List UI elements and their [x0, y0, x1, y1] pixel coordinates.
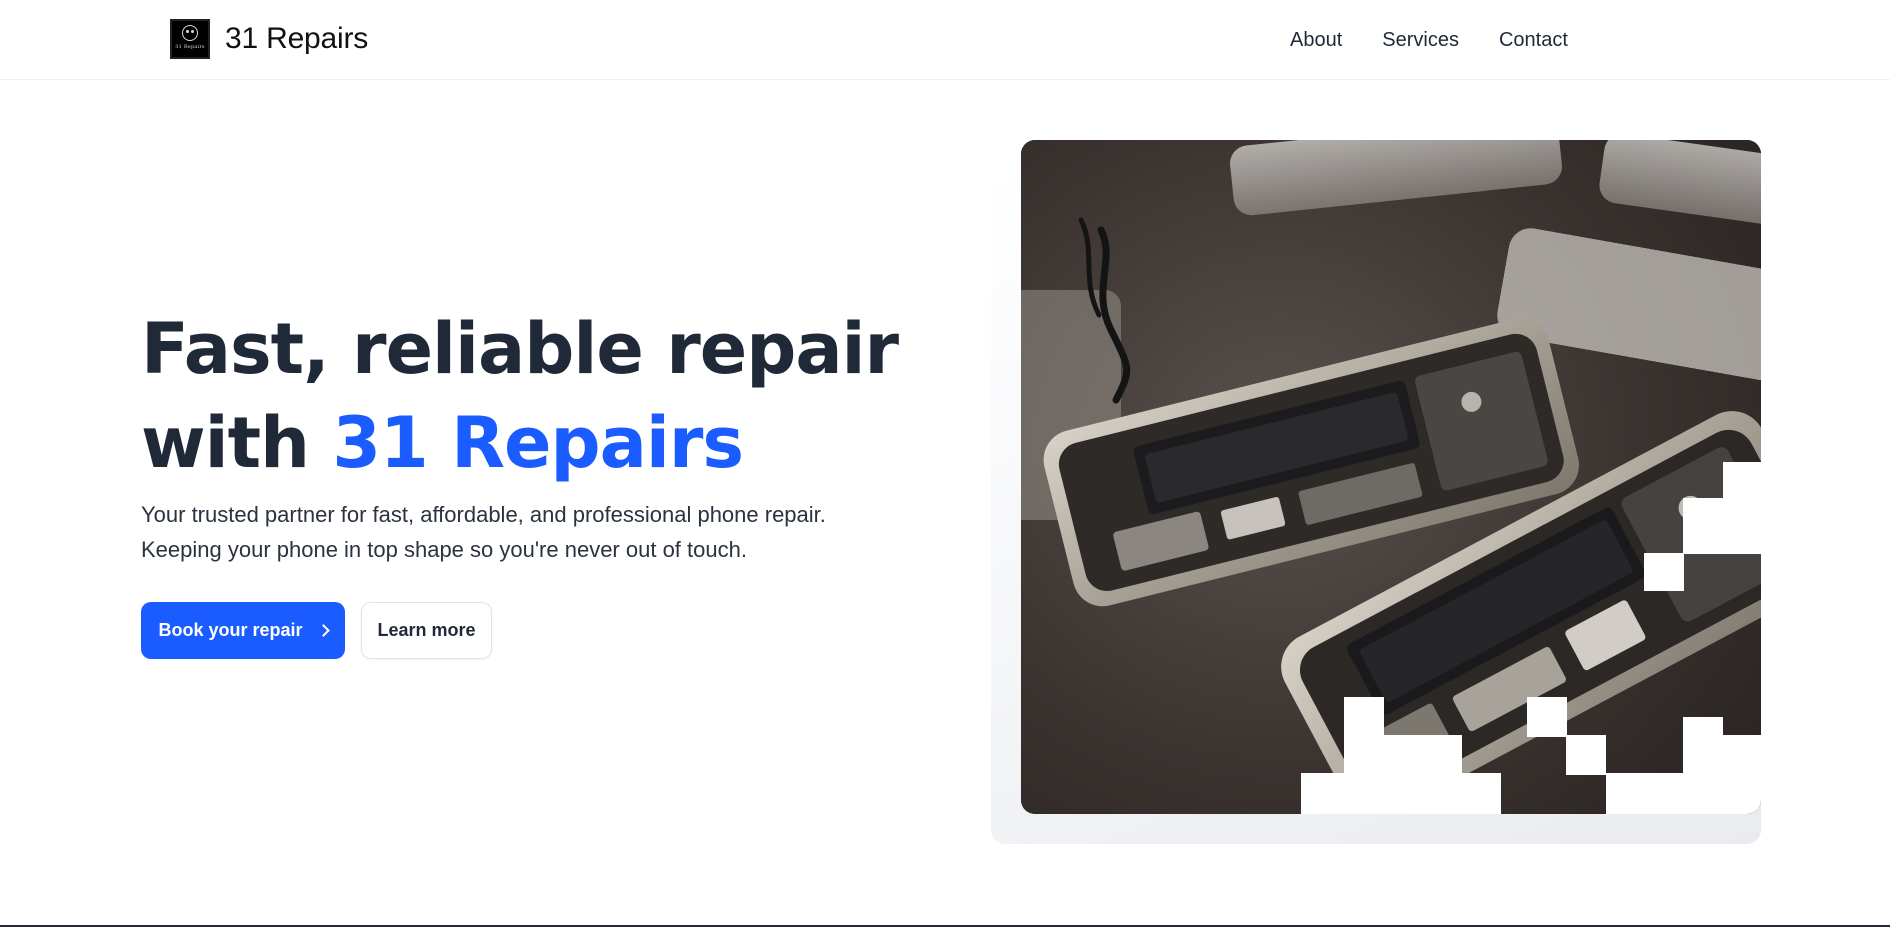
learn-more-button[interactable]: Learn more	[361, 602, 492, 659]
nav-link-services[interactable]: Services	[1382, 27, 1459, 53]
hero-title-accent: 31 Repairs	[332, 402, 744, 484]
brand-name: 31 Repairs	[225, 22, 369, 55]
hero-title: Fast, reliable repair with 31 Repairs	[141, 302, 899, 490]
hero-phone-repair-image	[1021, 140, 1761, 814]
nav-link-about[interactable]: About	[1290, 27, 1342, 53]
book-repair-label: Book your repair	[158, 620, 303, 640]
site-header: 31 Repairs 31 Repairs About Services Con…	[0, 0, 1890, 80]
hero-actions: Book your repair Learn more	[141, 602, 492, 659]
brand-link[interactable]: 31 Repairs 31 Repairs	[170, 19, 368, 59]
brand-logo-icon: 31 Repairs	[170, 19, 210, 59]
hero-title-line1: Fast, reliable repair	[141, 308, 899, 390]
hero-title-line2-prefix: with	[141, 402, 333, 484]
hero-description: Your trusted partner for fast, affordabl…	[141, 502, 826, 562]
book-repair-button[interactable]: Book your repair	[141, 602, 345, 659]
main-nav: About Services Contact	[1290, 27, 1608, 53]
nav-link-contact[interactable]: Contact	[1499, 27, 1568, 53]
logo-text: 31 Repairs	[175, 44, 205, 50]
chevron-right-icon	[316, 624, 330, 637]
smiley-face-icon	[182, 25, 198, 41]
